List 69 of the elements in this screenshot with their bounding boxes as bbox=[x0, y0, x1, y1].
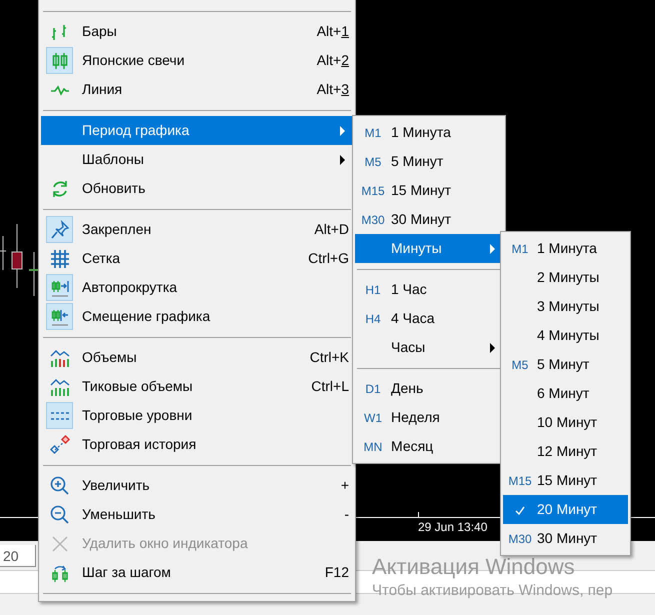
menu-item[interactable]: 4 Минуты bbox=[503, 321, 628, 350]
menu-item[interactable]: H4 4 Часа bbox=[355, 304, 503, 333]
period-code: M15 bbox=[507, 472, 533, 490]
menu-item[interactable]: M1 1 Минута bbox=[503, 234, 628, 263]
period-code: D1 bbox=[364, 380, 382, 398]
period-code: W1 bbox=[363, 410, 383, 426]
volume-chart-icon bbox=[50, 376, 70, 396]
menu-item[interactable]: 12 Минут bbox=[503, 437, 628, 466]
trade-history-icon bbox=[50, 434, 70, 454]
menu-item[interactable]: Автопрокрутка bbox=[41, 273, 353, 302]
pin-icon bbox=[50, 220, 70, 240]
activation-title: Активация Windows bbox=[372, 554, 575, 580]
menu-item[interactable]: Обновить bbox=[41, 174, 353, 203]
menu-item[interactable]: Бары Alt+1 bbox=[41, 17, 353, 46]
period-code: M1 bbox=[510, 240, 530, 258]
menu-item[interactable]: Японские свечи Alt+2 bbox=[41, 46, 353, 75]
menu-item[interactable]: Торговые уровни bbox=[41, 401, 353, 430]
menu-item[interactable]: Минуты bbox=[355, 234, 503, 263]
menu-item[interactable]: Тиковые объемы Ctrl+L bbox=[41, 372, 353, 401]
submenu-arrow-icon bbox=[340, 154, 345, 164]
volume-chart-icon bbox=[50, 348, 70, 368]
menu-item[interactable]: Сетка Ctrl+G bbox=[41, 244, 353, 273]
period-code: H4 bbox=[364, 310, 382, 328]
period-code: H1 bbox=[364, 282, 382, 298]
menu-item[interactable]: 3 Минуты bbox=[503, 292, 628, 321]
menu-item[interactable]: M5 5 Минут bbox=[355, 147, 503, 176]
menu-item[interactable]: M30 30 Минут bbox=[355, 205, 503, 234]
menu-item[interactable]: M5 5 Минут bbox=[503, 350, 628, 379]
period-code: M15 bbox=[360, 182, 386, 200]
activation-text: Чтобы активировать Windows, пер bbox=[372, 582, 613, 600]
menu-item[interactable]: M15 15 Минут bbox=[503, 466, 628, 495]
period-code: M30 bbox=[507, 530, 533, 548]
period-code: M5 bbox=[364, 154, 382, 170]
period-code: MN bbox=[362, 438, 384, 456]
menu-item[interactable]: Шаблоны bbox=[41, 145, 353, 174]
submenu-arrow-icon bbox=[340, 126, 345, 136]
submenu-arrow-icon bbox=[490, 244, 495, 254]
menu-item[interactable]: Линия Alt+3 bbox=[41, 75, 353, 104]
zoom-out-icon bbox=[50, 504, 70, 524]
menu-item[interactable]: D1 День bbox=[355, 374, 503, 403]
menu-item[interactable]: 2 Минуты bbox=[503, 263, 628, 292]
menu-item[interactable]: M1 1 Минута bbox=[355, 118, 503, 147]
menu-item[interactable]: Объемы Ctrl+K bbox=[41, 343, 353, 372]
candlestick-icon bbox=[50, 50, 70, 70]
grid-icon bbox=[50, 248, 70, 268]
menu-item[interactable]: M15 15 Минут bbox=[355, 176, 503, 205]
menu-item[interactable]: MN Месяц bbox=[355, 432, 503, 461]
menu-item[interactable]: W1 Неделя bbox=[355, 403, 503, 432]
menu-item[interactable]: M30 30 Минут bbox=[503, 524, 628, 553]
menu-item[interactable]: Торговая история bbox=[41, 430, 353, 459]
period-code: M5 bbox=[510, 356, 530, 374]
menu-item[interactable]: Увеличить + bbox=[41, 471, 353, 500]
zoom-in-icon bbox=[50, 476, 70, 496]
menu-item[interactable]: Смещение графика bbox=[41, 302, 353, 331]
menu-item[interactable]: Часы bbox=[355, 333, 503, 362]
menu-item[interactable]: Период графика bbox=[41, 116, 353, 145]
menu-item[interactable]: Закреплен Alt+D bbox=[41, 215, 353, 244]
menu-item[interactable]: H1 1 Час bbox=[355, 275, 503, 304]
close-icon bbox=[50, 534, 70, 554]
submenu-arrow-icon bbox=[490, 342, 495, 352]
time-axis-label: 29 Jun 13:40 bbox=[418, 520, 488, 534]
period-code: M30 bbox=[360, 212, 386, 228]
menu-item[interactable]: Уменьшить - bbox=[41, 500, 353, 529]
menu-item[interactable]: Шаг за шагом F12 bbox=[41, 558, 353, 587]
menu-item[interactable]: 10 Минут bbox=[503, 408, 628, 437]
period-code: M1 bbox=[364, 124, 382, 142]
panel-tab[interactable]: 20 bbox=[0, 545, 36, 567]
menu-item[interactable]: 6 Минут bbox=[503, 379, 628, 408]
menu-item[interactable]: 20 Минут bbox=[503, 495, 628, 524]
